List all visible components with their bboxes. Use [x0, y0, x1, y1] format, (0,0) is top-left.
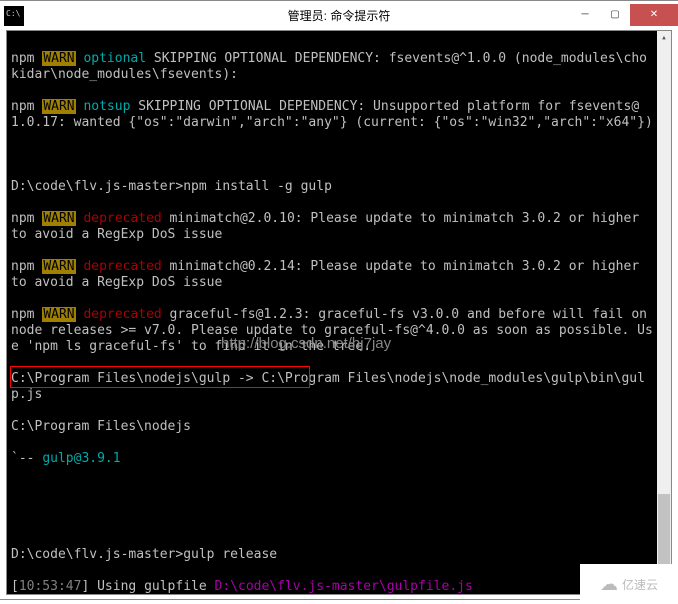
warn-badge: WARN	[42, 99, 75, 114]
prompt: D:\code\flv.js-master>	[11, 179, 183, 194]
text: npm	[11, 307, 42, 322]
cmd-icon	[4, 6, 24, 26]
terminal[interactable]: npm WARN optional SKIPPING OPTIONAL DEPE…	[6, 30, 672, 595]
text: notsup	[76, 99, 131, 114]
text: gulp@3.9.1	[42, 451, 120, 466]
text: optional	[76, 51, 146, 66]
blank	[11, 483, 653, 499]
blank	[11, 515, 653, 531]
text: npm	[11, 211, 42, 226]
text: deprecated	[76, 307, 162, 322]
prompt: D:\code\flv.js-master>	[11, 547, 183, 562]
titlebar[interactable]: 管理员: 命令提示符 ─ ▢ ✕	[0, 1, 678, 30]
warn-badge: WARN	[42, 211, 75, 226]
warn-badge: WARN	[42, 307, 75, 322]
blank	[11, 147, 653, 163]
minimize-button[interactable]: ─	[570, 4, 600, 26]
text: npm	[11, 51, 42, 66]
text: npm	[11, 99, 42, 114]
text: C:\Program Files\nodejs\gulp -> C:\Progr…	[11, 371, 653, 403]
cmd-window: 管理员: 命令提示符 ─ ▢ ✕ npm WARN optional SKIPP…	[0, 0, 678, 600]
text: ] Using gulpfile	[81, 579, 214, 594]
command: gulp release	[183, 547, 277, 562]
close-button[interactable]: ✕	[630, 4, 678, 26]
scroll-track[interactable]	[657, 45, 671, 580]
text: deprecated	[76, 211, 162, 226]
command: npm install -g gulp	[183, 179, 332, 194]
text: npm	[11, 259, 42, 274]
scrollbar[interactable]: ▴ ▾	[657, 31, 671, 594]
maximize-button[interactable]: ▢	[600, 4, 630, 26]
text: [	[11, 579, 19, 594]
text: D:\code\flv.js-master\gulpfile.js	[215, 579, 473, 594]
text: C:\Program Files\nodejs	[11, 419, 653, 435]
footer-logo: ☁ 亿速云	[580, 564, 678, 604]
warn-badge: WARN	[42, 259, 75, 274]
timestamp: 10:53:47	[19, 579, 82, 594]
scroll-thumb[interactable]	[658, 494, 670, 564]
terminal-output: npm WARN optional SKIPPING OPTIONAL DEPE…	[7, 31, 657, 594]
window-buttons: ─ ▢ ✕	[570, 4, 678, 28]
scroll-up-button[interactable]: ▴	[657, 31, 671, 45]
cloud-icon: ☁	[600, 574, 618, 595]
text: deprecated	[76, 259, 162, 274]
warn-badge: WARN	[42, 51, 75, 66]
footer-text: 亿速云	[622, 576, 658, 593]
text: `--	[11, 451, 42, 466]
